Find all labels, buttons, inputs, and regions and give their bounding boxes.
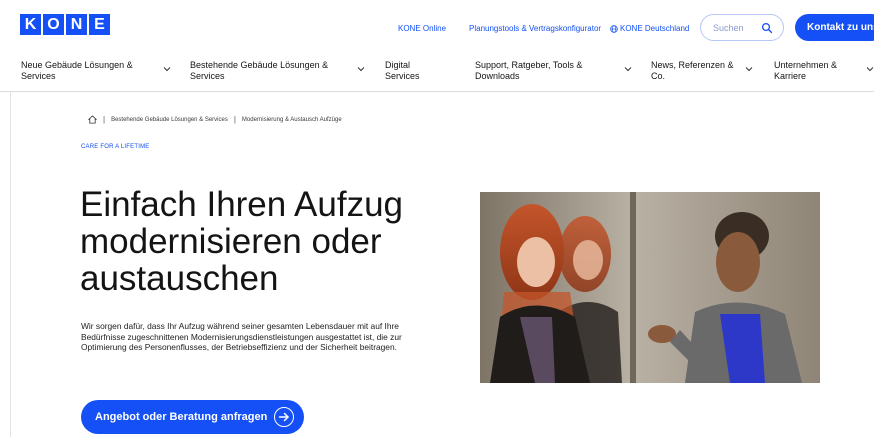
hero-illustration <box>480 192 820 383</box>
logo-letter: K <box>20 14 41 35</box>
main-navigation: Neue Gebäude Lösungen & Services Bestehe… <box>0 56 874 92</box>
logo-letter: N <box>66 14 87 35</box>
utility-bar: K O N E KONE Online Planungstools & Vert… <box>0 0 874 52</box>
nav-label: Unternehmen & <box>774 60 838 70</box>
search-input[interactable] <box>713 21 761 35</box>
nav-item-news[interactable]: News, Referenzen & Co. <box>651 60 734 82</box>
page-title: Einfach Ihren Aufzug modernisieren oder … <box>80 185 403 298</box>
hero-image <box>480 192 820 383</box>
nav-label: Services <box>21 71 56 81</box>
hero-eyebrow: CARE FOR A LIFETIME <box>81 144 150 150</box>
breadcrumb: | Bestehende Gebäude Lösungen & Services… <box>88 115 342 124</box>
kone-online-link[interactable]: KONE Online <box>398 24 446 33</box>
search-icon[interactable] <box>761 22 773 34</box>
nav-label: Services <box>385 71 420 81</box>
arrow-right-icon <box>274 407 294 427</box>
nav-item-existing-buildings[interactable]: Bestehende Gebäude Lösungen & Services <box>190 60 328 82</box>
logo-letter: E <box>89 14 110 35</box>
chevron-down-icon[interactable] <box>866 66 874 72</box>
nav-label: Services <box>190 71 225 81</box>
country-label: KONE Deutschland <box>620 24 690 33</box>
breadcrumb-separator: | <box>233 115 236 124</box>
nav-label: News, Referenzen & <box>651 60 734 70</box>
nav-label: Digital <box>385 60 411 70</box>
page-left-border <box>10 92 11 437</box>
hero-description: Wir sorgen dafür, dass Ihr Aufzug währen… <box>81 321 402 352</box>
breadcrumb-current: Modernisierung & Austausch Aufzüge <box>241 116 342 123</box>
nav-label: Co. <box>651 71 666 81</box>
chevron-down-icon[interactable] <box>745 66 753 72</box>
chevron-down-icon[interactable] <box>163 66 171 72</box>
nav-item-new-buildings[interactable]: Neue Gebäude Lösungen & Services <box>21 60 133 82</box>
home-icon[interactable] <box>88 115 97 124</box>
chevron-down-icon[interactable] <box>624 66 632 72</box>
nav-item-digital-services[interactable]: Digital Services <box>385 60 420 82</box>
nav-label: Neue Gebäude Lösungen & <box>21 60 133 70</box>
nav-item-support[interactable]: Support, Ratgeber, Tools & Downloads <box>475 60 582 82</box>
nav-label: Bestehende Gebäude Lösungen & <box>190 60 329 70</box>
nav-label: Karriere <box>774 71 807 81</box>
nav-label: Support, Ratgeber, Tools & <box>475 60 583 70</box>
request-quote-button[interactable]: Angebot oder Beratung anfragen <box>81 400 304 434</box>
globe-icon <box>610 24 618 33</box>
country-selector-link[interactable]: KONE Deutschland <box>610 24 689 33</box>
chevron-down-icon[interactable] <box>357 66 365 72</box>
contact-button[interactable]: Kontakt zu uns <box>795 14 874 41</box>
breadcrumb-link[interactable]: Bestehende Gebäude Lösungen & Services <box>111 117 228 123</box>
breadcrumb-separator: | <box>103 115 106 124</box>
cta-label: Angebot oder Beratung anfragen <box>95 411 268 423</box>
nav-item-company[interactable]: Unternehmen & Karriere <box>774 60 837 82</box>
nav-label: Downloads <box>475 71 520 81</box>
planning-tools-link[interactable]: Planungstools & Vertragskonfigurator <box>469 24 601 33</box>
logo-letter: O <box>43 14 64 35</box>
kone-logo[interactable]: K O N E <box>20 14 110 35</box>
search-box[interactable] <box>700 14 784 41</box>
